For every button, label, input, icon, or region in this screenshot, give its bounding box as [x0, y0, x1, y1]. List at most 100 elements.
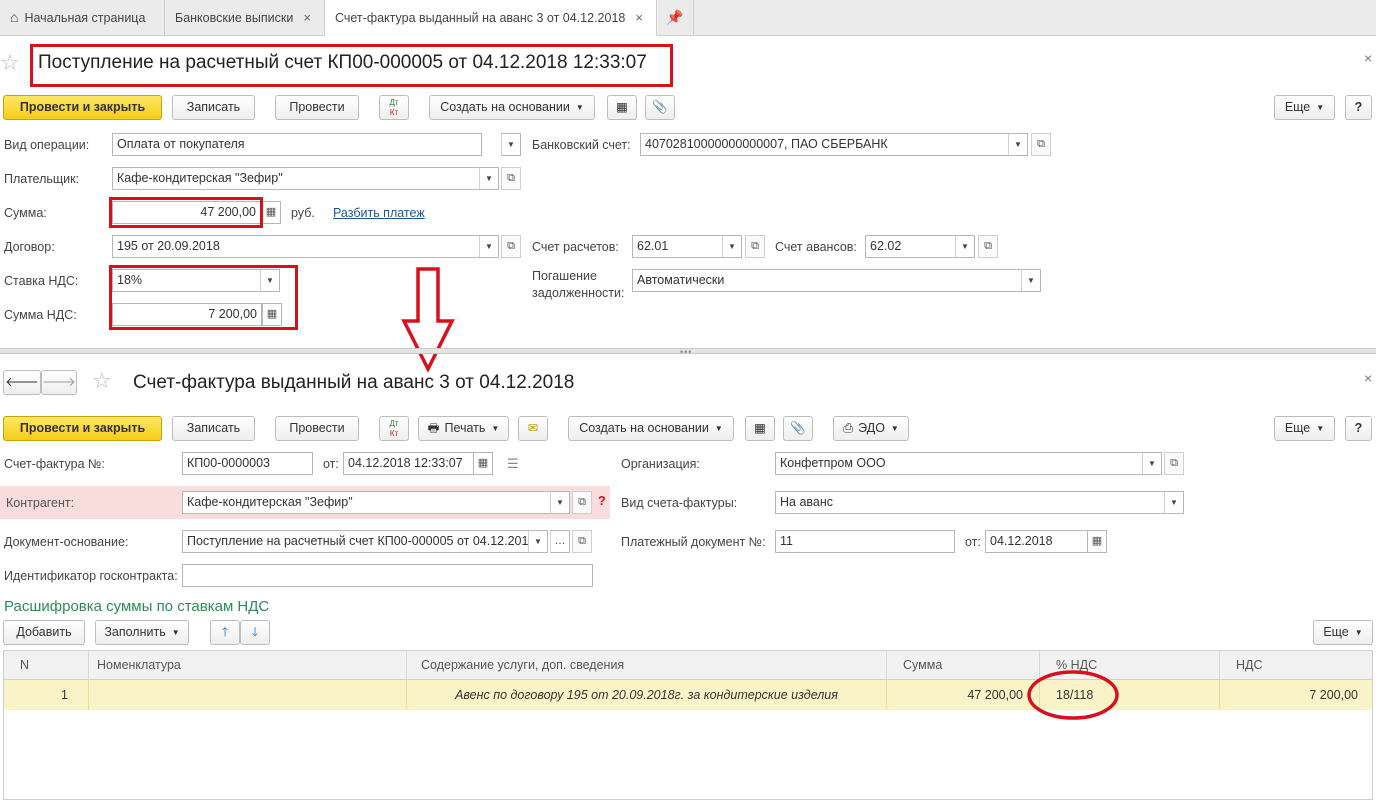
- chevron-down-icon[interactable]: ▼: [501, 133, 521, 156]
- chevron-down-icon[interactable]: ▼: [955, 235, 975, 258]
- debt-label-2: задолженности:: [532, 286, 625, 300]
- column-header-n[interactable]: N: [4, 651, 89, 679]
- table-body-empty: [3, 710, 1373, 800]
- close-icon[interactable]: ×: [1364, 370, 1372, 386]
- chevron-down-icon[interactable]: ▼: [1142, 452, 1162, 475]
- help-button[interactable]: ?: [1345, 95, 1372, 120]
- fill-button[interactable]: Заполнить ▼: [95, 620, 189, 645]
- paperclip-icon[interactable]: 📎: [645, 95, 675, 120]
- ellipsis-icon[interactable]: …: [550, 530, 570, 553]
- tab-pin[interactable]: 📌: [657, 0, 694, 36]
- organization-field[interactable]: Конфетпром ООО: [775, 452, 1145, 475]
- table-row[interactable]: 1 Авенс по договору 195 от 20.09.2018г. …: [3, 680, 1373, 710]
- close-icon[interactable]: ×: [303, 10, 311, 25]
- more-button[interactable]: Еще ▼: [1274, 416, 1335, 441]
- cell-vat[interactable]: 7 200,00: [1220, 680, 1372, 710]
- tab-invoice[interactable]: Счет-фактура выданный на аванс 3 от 04.1…: [325, 0, 657, 36]
- chevron-down-icon[interactable]: ▼: [479, 167, 499, 190]
- contract-field[interactable]: 195 от 20.09.2018: [112, 235, 482, 258]
- open-icon[interactable]: ⧉: [501, 235, 521, 258]
- open-icon[interactable]: ⧉: [978, 235, 998, 258]
- cell-content[interactable]: Авенс по договору 195 от 20.09.2018г. за…: [407, 680, 887, 710]
- column-header-content[interactable]: Содержание услуги, доп. сведения: [407, 651, 887, 679]
- question-mark-icon[interactable]: ?: [598, 494, 606, 508]
- gov-contract-id-field[interactable]: [182, 564, 593, 587]
- tab-bank-statements[interactable]: Банковские выписки ×: [165, 0, 325, 36]
- post-and-close-button[interactable]: Провести и закрыть: [3, 416, 162, 441]
- chevron-down-icon: ▼: [890, 424, 899, 434]
- debt-repayment-field[interactable]: Автоматически: [632, 269, 1024, 292]
- chevron-down-icon[interactable]: ▼: [1021, 269, 1041, 292]
- table-more-button[interactable]: Еще ▼: [1313, 620, 1373, 645]
- counterparty-field[interactable]: Кафе-кондитерская "Зефир": [182, 491, 552, 514]
- calendar-icon[interactable]: ▦: [1087, 530, 1107, 553]
- list-icon[interactable]: ☰: [507, 456, 519, 472]
- dt-kt-icon[interactable]: Дт Кт: [379, 95, 409, 120]
- edo-button[interactable]: ⎙ ЭДО ▼: [833, 416, 909, 441]
- operation-field[interactable]: Оплата от покупателя: [112, 133, 482, 156]
- cell-sum[interactable]: 47 200,00: [887, 680, 1040, 710]
- chevron-down-icon[interactable]: ▼: [1164, 491, 1184, 514]
- invoice-number-field[interactable]: КП00-0000003: [182, 452, 313, 475]
- forward-arrow-icon[interactable]: 🡒: [41, 370, 77, 395]
- open-icon[interactable]: ⧉: [1031, 133, 1051, 156]
- invoice-type-field[interactable]: На аванс: [775, 491, 1165, 514]
- close-icon[interactable]: ×: [635, 10, 643, 25]
- settlement-account-field[interactable]: 62.01: [632, 235, 724, 258]
- post-button[interactable]: Провести: [275, 416, 359, 441]
- open-icon[interactable]: ⧉: [572, 530, 592, 553]
- calculator-icon[interactable]: ▦: [261, 201, 281, 224]
- open-icon[interactable]: ⧉: [572, 491, 592, 514]
- chevron-down-icon[interactable]: ▼: [550, 491, 570, 514]
- add-row-button[interactable]: Добавить: [3, 620, 85, 645]
- chevron-down-icon[interactable]: ▼: [528, 530, 548, 553]
- star-icon[interactable]: ☆: [0, 50, 20, 76]
- calendar-icon[interactable]: ▦: [473, 452, 493, 475]
- open-icon[interactable]: ⧉: [1164, 452, 1184, 475]
- back-arrow-icon[interactable]: 🡐: [3, 370, 41, 395]
- gov-contract-id-label: Идентификатор госконтракта:: [4, 569, 178, 583]
- payment-document-field[interactable]: 11: [775, 530, 955, 553]
- payment-date-field[interactable]: 04.12.2018: [985, 530, 1089, 553]
- chevron-down-icon[interactable]: ▼: [1008, 133, 1028, 156]
- printer-icon: 🖶: [427, 421, 440, 435]
- vat-sum-label: Сумма НДС:: [4, 308, 77, 322]
- help-button[interactable]: ?: [1345, 416, 1372, 441]
- open-icon[interactable]: ⧉: [501, 167, 521, 190]
- create-based-on-button[interactable]: Создать на основании ▼: [429, 95, 595, 120]
- column-header-sum[interactable]: Сумма: [887, 651, 1040, 679]
- print-button[interactable]: 🖶 Печать ▼: [418, 416, 509, 441]
- move-up-icon[interactable]: 🡑: [210, 620, 240, 645]
- envelope-icon[interactable]: ✉: [518, 416, 548, 441]
- splitter-grip-icon: •••: [680, 347, 693, 357]
- payer-field[interactable]: Кафе-кондитерская "Зефир": [112, 167, 482, 190]
- edo-icon: ⎙: [843, 421, 854, 435]
- dt-kt-icon[interactable]: Дт Кт: [379, 416, 409, 441]
- close-icon[interactable]: ×: [1364, 50, 1372, 66]
- column-header-nomenclature[interactable]: Номенклатура: [89, 651, 407, 679]
- structure-icon[interactable]: ▦: [745, 416, 775, 441]
- cell-nomenclature[interactable]: [89, 680, 407, 710]
- advance-account-field[interactable]: 62.02: [865, 235, 957, 258]
- structure-icon[interactable]: ▦: [607, 95, 637, 120]
- column-header-vat[interactable]: НДС: [1220, 651, 1372, 679]
- base-document-field[interactable]: Поступление на расчетный счет КП00-00000…: [182, 530, 530, 553]
- more-button[interactable]: Еще ▼: [1274, 95, 1335, 120]
- post-and-close-button[interactable]: Провести и закрыть: [3, 95, 162, 120]
- annotation-title-highlight: [30, 44, 673, 87]
- cell-n[interactable]: 1: [4, 680, 89, 710]
- create-based-on-button[interactable]: Создать на основании ▼: [568, 416, 734, 441]
- post-button[interactable]: Провести: [275, 95, 359, 120]
- save-button[interactable]: Записать: [172, 95, 255, 120]
- star-icon[interactable]: ☆: [92, 368, 112, 394]
- bank-account-field[interactable]: 40702810000000000007, ПАО СБЕРБАНК: [640, 133, 1010, 156]
- tab-home[interactable]: ⌂ Начальная страница: [0, 0, 165, 36]
- move-down-icon[interactable]: 🡓: [240, 620, 270, 645]
- invoice-date-field[interactable]: 04.12.2018 12:33:07: [343, 452, 475, 475]
- chevron-down-icon[interactable]: ▼: [479, 235, 499, 258]
- open-icon[interactable]: ⧉: [745, 235, 765, 258]
- chevron-down-icon[interactable]: ▼: [722, 235, 742, 258]
- paperclip-icon[interactable]: 📎: [783, 416, 813, 441]
- split-payment-link[interactable]: Разбить платеж: [333, 206, 425, 220]
- save-button[interactable]: Записать: [172, 416, 255, 441]
